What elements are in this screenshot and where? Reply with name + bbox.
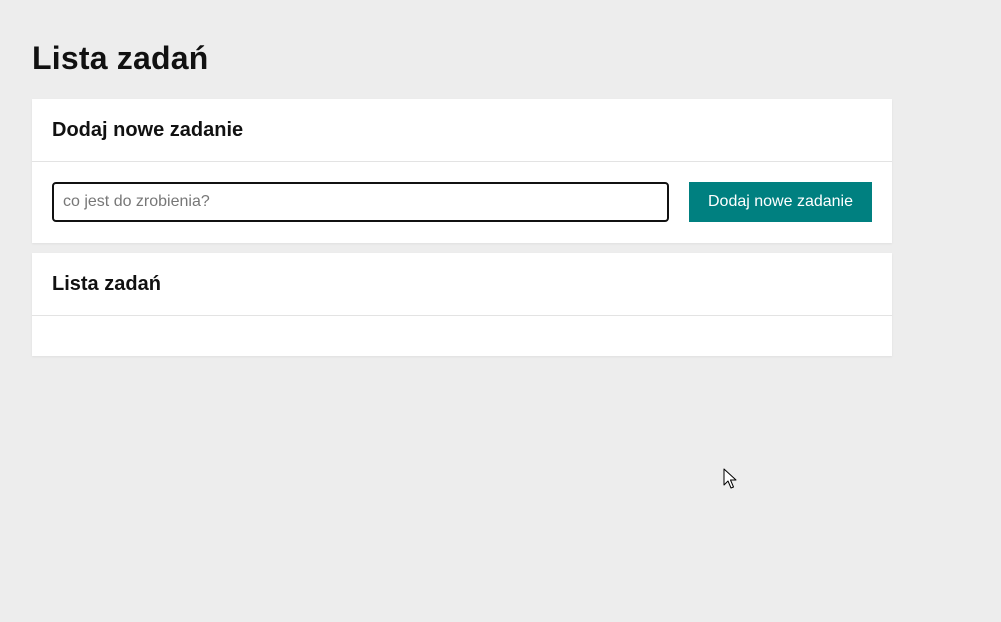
add-task-form: Dodaj nowe zadanie (32, 162, 892, 242)
task-input[interactable] (52, 182, 669, 222)
mouse-pointer-icon (723, 468, 737, 489)
add-task-button[interactable]: Dodaj nowe zadanie (689, 182, 872, 222)
add-task-card-header: Dodaj nowe zadanie (32, 99, 892, 162)
todo-page: Lista zadań Dodaj nowe zadanie Dodaj now… (0, 0, 1001, 622)
page-title: Lista zadań (32, 40, 209, 76)
add-task-heading: Dodaj nowe zadanie (52, 119, 244, 141)
task-list-card-header: Lista zadań (32, 253, 892, 316)
task-list (32, 316, 892, 355)
task-list-card: Lista zadań (32, 253, 892, 356)
task-list-heading: Lista zadań (52, 273, 161, 295)
add-task-card: Dodaj nowe zadanie Dodaj nowe zadanie (32, 99, 892, 243)
